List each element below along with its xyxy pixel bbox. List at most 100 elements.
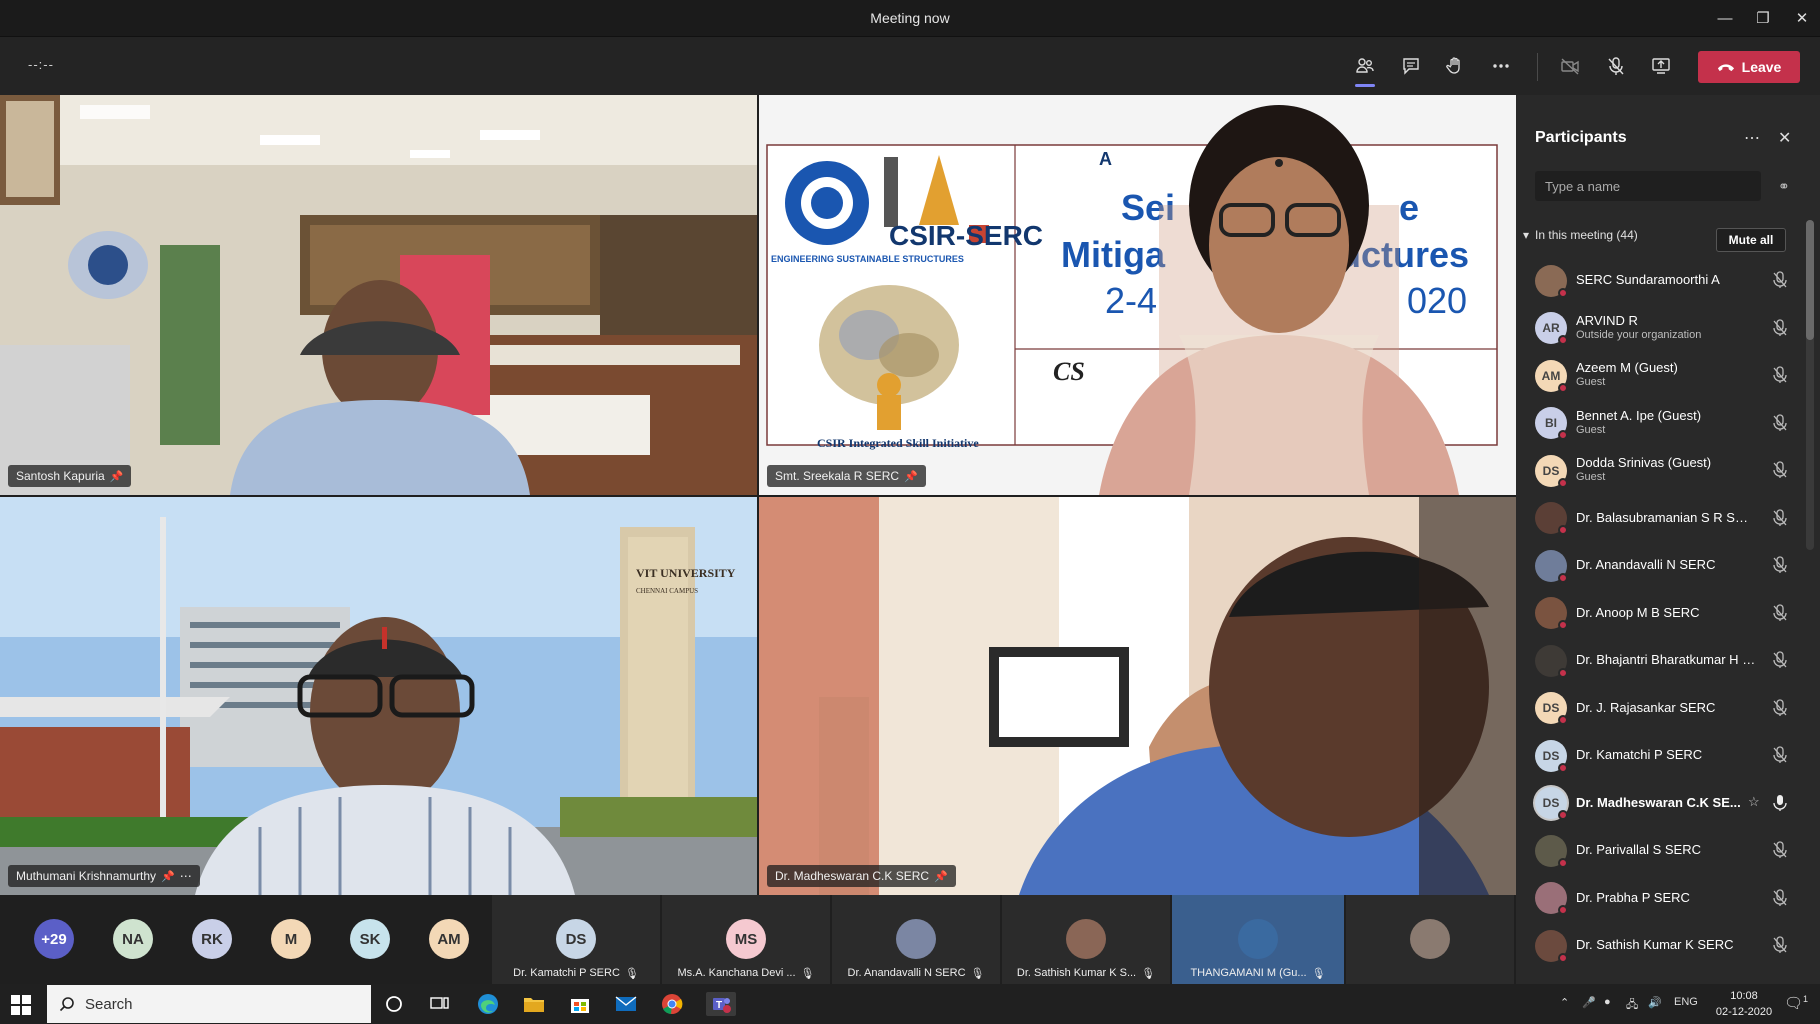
share-invite-icon[interactable]: ⚭ <box>1778 178 1790 195</box>
participant-name: Dr. Kamatchi P SERC <box>1576 747 1703 762</box>
windows-start-icon[interactable] <box>10 994 32 1016</box>
gallery-tile[interactable]: Dr. Sathish Kumar K S... 🎙 <box>1002 895 1170 984</box>
mic-off-icon[interactable] <box>1772 366 1788 384</box>
participant-row[interactable]: AR ARVIND R Outside your organization <box>1516 305 1806 353</box>
volume-icon[interactable]: 🔊 <box>1648 996 1662 1009</box>
video-tile-santosh-kapuria[interactable]: Santosh Kapuria 📌 <box>0 95 757 495</box>
video-tile-muthumani[interactable]: VIT UNIVERSITY CHENNAI CAMPUS Muthumani … <box>0 497 757 895</box>
gallery-tile-label: Dr. Anandavalli N SERC 🎙 <box>840 967 992 980</box>
teams-icon[interactable]: T <box>706 992 736 1016</box>
participant-name: Dr. J. Rajasankar SERC <box>1576 699 1716 715</box>
show-hidden-icons[interactable]: ⌃ <box>1560 996 1569 1009</box>
participant-list: SERC Sundaramoorthi A AR ARVIND R Outside y… <box>1516 257 1806 970</box>
gallery-tile[interactable]: Dr. Anandavalli N SERC 🎙 <box>832 895 1000 984</box>
panel-more-icon[interactable]: ⋯ <box>1744 128 1760 148</box>
mic-off-icon[interactable] <box>1772 318 1788 337</box>
gallery-avatar[interactable]: AM <box>429 919 469 959</box>
participant-row[interactable]: Dr. Sathish Kumar K SERC <box>1516 922 1806 970</box>
participant-row[interactable]: SERC Sundaramoorthi A <box>1516 257 1806 305</box>
mail-icon[interactable] <box>614 992 638 1016</box>
close-window-button[interactable]: ✕ <box>1786 6 1818 30</box>
mic-off-icon[interactable] <box>1772 698 1788 717</box>
mic-on-icon[interactable] <box>1772 794 1788 812</box>
mic-off-icon[interactable] <box>1772 508 1788 527</box>
avatar <box>1066 919 1106 959</box>
share-screen-button[interactable] <box>1645 51 1677 81</box>
mic-off-icon[interactable] <box>1772 841 1788 859</box>
gallery-tile[interactable]: DS Dr. Kamatchi P SERC 🎙 <box>492 895 660 984</box>
panel-close-icon[interactable]: ✕ <box>1778 128 1791 148</box>
video-tile-madheswaran[interactable]: Dr. Madheswaran C.K SERC 📌 <box>759 497 1516 895</box>
participant-row[interactable]: Dr. Prabha P SERC <box>1516 875 1806 923</box>
video-feed: CSIR-SERC ENGINEERING SUSTAINABLE STRUCT… <box>759 95 1516 495</box>
hand-icon <box>1446 57 1460 74</box>
mic-off-icon[interactable] <box>1772 936 1788 954</box>
avatar: DS <box>1535 692 1568 726</box>
mic-off-icon[interactable] <box>1772 888 1788 907</box>
gallery-tile[interactable]: THANGAMANI M (Gu... 🎙 <box>1172 895 1344 984</box>
avatar: DS <box>1535 739 1568 773</box>
slide-corner-text: A <box>1099 149 1112 169</box>
gallery-avatar[interactable]: NA <box>113 919 153 959</box>
mic-off-icon[interactable] <box>1772 746 1788 764</box>
participant-row[interactable]: Dr. Anandavalli N SERC <box>1516 542 1806 590</box>
participant-row[interactable]: AM Azeem M (Guest) Guest <box>1516 352 1806 400</box>
chrome-icon[interactable] <box>660 992 684 1016</box>
participant-row[interactable]: Dr. Parivallal S SERC <box>1516 827 1806 875</box>
mic-off-icon[interactable] <box>1772 651 1788 669</box>
gallery-tile-label: Dr. Sathish Kumar K S... 🎙 <box>1010 967 1162 980</box>
microphone-tray-icon[interactable]: 🎤 <box>1582 996 1596 1009</box>
mic-off-icon[interactable] <box>1772 413 1788 432</box>
participant-row[interactable]: DS Dr. J. Rajasankar SERC <box>1516 685 1806 733</box>
pin-participant-icon[interactable]: ☆ <box>1748 794 1760 810</box>
mic-off-icon[interactable] <box>1772 556 1788 574</box>
taskbar-search-box[interactable]: Search <box>47 985 371 1023</box>
gallery-avatar[interactable]: SK <box>350 919 390 959</box>
gallery-avatar[interactable]: M <box>271 919 311 959</box>
restore-button[interactable]: ❐ <box>1747 6 1779 30</box>
file-explorer-icon[interactable] <box>522 992 546 1016</box>
participant-row[interactable]: BI Bennet A. Ipe (Guest) Guest <box>1516 400 1806 448</box>
gallery-avatar[interactable]: RK <box>192 919 232 959</box>
participant-row[interactable]: Dr. Bhajantri Bharatkumar H S... <box>1516 637 1806 685</box>
svg-text:T: T <box>716 1000 722 1011</box>
scrollbar-thumb[interactable] <box>1806 220 1814 340</box>
participant-row[interactable]: DS Dr. Madheswaran C.K SE... ☆ <box>1516 780 1806 828</box>
participant-row[interactable]: DS Dodda Srinivas (Guest) Guest <box>1516 447 1806 495</box>
more-options-icon[interactable]: ⋯ <box>180 869 192 883</box>
store-icon[interactable] <box>568 992 592 1016</box>
input-language[interactable]: ENG <box>1674 996 1698 1008</box>
mute-all-button[interactable]: Mute all <box>1716 228 1786 252</box>
edge-browser-icon[interactable] <box>476 992 500 1016</box>
task-view-icon[interactable] <box>428 992 452 1016</box>
panel-scrollbar[interactable] <box>1806 220 1814 550</box>
leave-button[interactable]: Leave <box>1698 51 1800 83</box>
presence-status-icon <box>1558 620 1568 631</box>
mic-off-icon[interactable] <box>1772 271 1788 289</box>
slide-tagline: ENGINEERING SUSTAINABLE STRUCTURES <box>771 254 964 264</box>
mic-off-icon[interactable] <box>1772 603 1788 622</box>
mic-off-icon[interactable] <box>1772 461 1788 479</box>
raise-hand-button[interactable] <box>1439 51 1471 81</box>
chrome-tray-icon[interactable]: ● <box>1604 996 1611 1008</box>
participant-row[interactable]: Dr. Anoop M B SERC <box>1516 590 1806 638</box>
more-actions-button[interactable] <box>1485 51 1517 81</box>
gallery-tile[interactable]: MS Ms.A. Kanchana Devi ... 🎙 <box>662 895 830 984</box>
participant-row[interactable]: Dr. Balasubramanian S R SERC <box>1516 495 1806 543</box>
show-participants-button[interactable] <box>1349 51 1381 87</box>
participant-search-input[interactable] <box>1535 171 1761 201</box>
cortana-icon[interactable] <box>382 992 406 1016</box>
taskbar-clock[interactable]: 10:08 02-12-2020 <box>1712 988 1776 1020</box>
mic-toggle-button[interactable] <box>1600 51 1632 81</box>
video-tile-sreekala[interactable]: CSIR-SERC ENGINEERING SUSTAINABLE STRUCT… <box>759 95 1516 495</box>
show-chat-button[interactable] <box>1395 51 1427 81</box>
in-meeting-section[interactable]: ▾ In this meeting (44) <box>1523 228 1638 242</box>
overflow-count-badge[interactable]: +29 <box>34 919 74 959</box>
participant-row[interactable]: DS Dr. Kamatchi P SERC <box>1516 732 1806 780</box>
network-icon[interactable]: 🖧 <box>1626 996 1638 1015</box>
notification-center-icon[interactable]: 🗨1 <box>1784 994 1808 1012</box>
gallery-tile[interactable] <box>1346 895 1514 984</box>
gallery-tile-label: Dr. Kamatchi P SERC 🎙 <box>500 967 652 980</box>
minimize-button[interactable]: — <box>1709 6 1741 30</box>
camera-toggle-button[interactable] <box>1554 51 1586 81</box>
